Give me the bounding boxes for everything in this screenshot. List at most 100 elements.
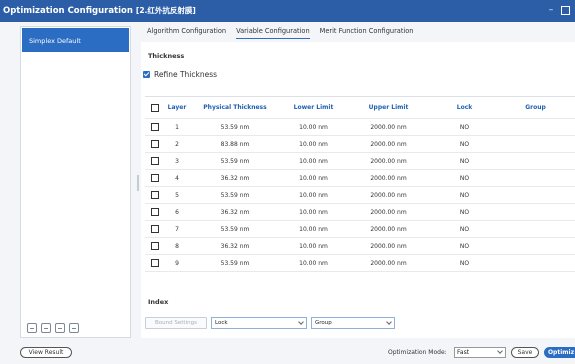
lock-cell[interactable]: NO xyxy=(431,260,498,267)
group-dropdown-value: Group xyxy=(315,320,332,326)
table-row[interactable]: 8 36.32 nm 10.00 nm 2000.00 nm NO xyxy=(145,238,575,255)
layer-cell[interactable]: 5 xyxy=(165,192,189,199)
lower-limit-cell[interactable]: 10.00 nm xyxy=(281,243,346,250)
physical-thickness-cell[interactable]: 36.32 nm xyxy=(189,243,281,250)
lock-dropdown[interactable]: Lock xyxy=(211,317,307,329)
row-checkbox[interactable] xyxy=(151,123,159,131)
lock-cell[interactable]: NO xyxy=(431,209,498,216)
tab-merit-function-configuration[interactable]: Merit Function Configuration xyxy=(320,23,414,39)
table-row[interactable]: 4 36.32 nm 10.00 nm 2000.00 nm NO xyxy=(145,170,575,187)
lower-limit-cell[interactable]: 10.00 nm xyxy=(281,192,346,199)
table-row[interactable]: 1 53.59 nm 10.00 nm 2000.00 nm NO xyxy=(145,119,575,136)
layer-cell[interactable]: 4 xyxy=(165,175,189,182)
row-checkbox[interactable] xyxy=(151,208,159,216)
pane-splitter[interactable] xyxy=(137,175,139,191)
upper-limit-cell[interactable]: 2000.00 nm xyxy=(346,243,431,250)
layer-cell[interactable]: 3 xyxy=(165,158,189,165)
lower-limit-cell[interactable]: 10.00 nm xyxy=(281,260,346,267)
add-icon[interactable] xyxy=(27,323,37,333)
view-result-button[interactable]: View Result xyxy=(20,347,72,358)
upper-limit-cell[interactable]: 2000.00 nm xyxy=(346,124,431,131)
lock-cell[interactable]: NO xyxy=(431,243,498,250)
header-lock[interactable]: Lock xyxy=(431,104,498,111)
header-layer[interactable]: Layer xyxy=(165,104,189,111)
select-all-checkbox[interactable] xyxy=(151,103,159,112)
upper-limit-cell[interactable]: 2000.00 nm xyxy=(346,158,431,165)
row-checkbox[interactable] xyxy=(151,225,159,233)
table-row[interactable]: 5 53.59 nm 10.00 nm 2000.00 nm NO xyxy=(145,187,575,204)
layer-cell[interactable]: 1 xyxy=(165,124,189,131)
layer-cell[interactable]: 7 xyxy=(165,226,189,233)
row-checkbox[interactable] xyxy=(151,157,159,165)
minimize-button[interactable]: – xyxy=(545,4,557,16)
thickness-section-title: Thickness xyxy=(148,52,185,60)
lock-cell[interactable]: NO xyxy=(431,226,498,233)
header-upper-limit[interactable]: Upper Limit xyxy=(346,104,431,111)
refine-thickness-option[interactable]: Refine Thickness xyxy=(143,70,217,79)
delete-icon[interactable] xyxy=(55,323,65,333)
lower-limit-cell[interactable]: 10.00 nm xyxy=(281,124,346,131)
lower-limit-cell[interactable]: 10.00 nm xyxy=(281,226,346,233)
refine-thickness-checkbox[interactable] xyxy=(143,71,150,78)
upper-limit-cell[interactable]: 2000.00 nm xyxy=(346,141,431,148)
group-dropdown[interactable]: Group xyxy=(311,317,395,329)
lock-cell[interactable]: NO xyxy=(431,158,498,165)
lower-limit-cell[interactable]: 10.00 nm xyxy=(281,158,346,165)
row-checkbox[interactable] xyxy=(151,191,159,199)
table-row[interactable]: 9 53.59 nm 10.00 nm 2000.00 nm NO xyxy=(145,255,575,272)
layer-cell[interactable]: 2 xyxy=(165,141,189,148)
lower-limit-cell[interactable]: 10.00 nm xyxy=(281,209,346,216)
footer-bar: View Result Optimization Mode: Fast Save… xyxy=(0,340,575,364)
upper-limit-cell[interactable]: 2000.00 nm xyxy=(346,192,431,199)
preset-item-simplex-default[interactable]: Simplex Default xyxy=(22,28,129,52)
lock-cell[interactable]: NO xyxy=(431,141,498,148)
upper-limit-cell[interactable]: 2000.00 nm xyxy=(346,226,431,233)
header-group[interactable]: Group xyxy=(498,104,573,111)
maximize-button[interactable] xyxy=(561,6,570,15)
tab-algorithm-configuration[interactable]: Algorithm Configuration xyxy=(147,23,226,39)
physical-thickness-cell[interactable]: 36.32 nm xyxy=(189,175,281,182)
layer-cell[interactable]: 6 xyxy=(165,209,189,216)
physical-thickness-cell[interactable]: 83.88 nm xyxy=(189,141,281,148)
copy-icon[interactable] xyxy=(41,323,51,333)
upper-limit-cell[interactable]: 2000.00 nm xyxy=(346,175,431,182)
chevron-down-icon xyxy=(386,319,392,325)
upper-limit-cell[interactable]: 2000.00 nm xyxy=(346,260,431,267)
row-checkbox[interactable] xyxy=(151,174,159,182)
physical-thickness-cell[interactable]: 53.59 nm xyxy=(189,192,281,199)
export-icon[interactable] xyxy=(69,323,79,333)
lock-cell[interactable]: NO xyxy=(431,124,498,131)
window-title: Optimization Configuration [2.红外抗反射膜] xyxy=(3,5,196,16)
physical-thickness-cell[interactable]: 53.59 nm xyxy=(189,158,281,165)
lock-cell[interactable]: NO xyxy=(431,192,498,199)
layer-cell[interactable]: 8 xyxy=(165,243,189,250)
physical-thickness-cell[interactable]: 53.59 nm xyxy=(189,124,281,131)
table-row[interactable]: 2 83.88 nm 10.00 nm 2000.00 nm NO xyxy=(145,136,575,153)
save-button[interactable]: Save xyxy=(511,347,539,358)
optimization-mode-label: Optimization Mode: xyxy=(388,349,447,356)
row-checkbox-cell xyxy=(145,225,165,233)
upper-limit-cell[interactable]: 2000.00 nm xyxy=(346,209,431,216)
bound-settings-button[interactable]: Bound Settings xyxy=(145,317,207,329)
header-checkbox-cell xyxy=(145,103,165,112)
lock-cell[interactable]: NO xyxy=(431,175,498,182)
refine-thickness-label: Refine Thickness xyxy=(154,70,218,79)
layer-cell[interactable]: 9 xyxy=(165,260,189,267)
thickness-table: Layer Physical Thickness Lower Limit Upp… xyxy=(145,96,575,272)
physical-thickness-cell[interactable]: 53.59 nm xyxy=(189,226,281,233)
lower-limit-cell[interactable]: 10.00 nm xyxy=(281,175,346,182)
physical-thickness-cell[interactable]: 53.59 nm xyxy=(189,260,281,267)
table-row[interactable]: 7 53.59 nm 10.00 nm 2000.00 nm NO xyxy=(145,221,575,238)
header-lower-limit[interactable]: Lower Limit xyxy=(281,104,346,111)
header-physical-thickness[interactable]: Physical Thickness xyxy=(189,104,281,111)
tab-variable-configuration[interactable]: Variable Configuration xyxy=(236,23,310,39)
optimize-button[interactable]: Optimiz xyxy=(544,347,575,358)
optimization-mode-select[interactable]: Fast xyxy=(454,347,506,358)
table-row[interactable]: 3 53.59 nm 10.00 nm 2000.00 nm NO xyxy=(145,153,575,170)
row-checkbox[interactable] xyxy=(151,242,159,250)
row-checkbox[interactable] xyxy=(151,259,159,267)
lower-limit-cell[interactable]: 10.00 nm xyxy=(281,141,346,148)
physical-thickness-cell[interactable]: 36.32 nm xyxy=(189,209,281,216)
row-checkbox[interactable] xyxy=(151,140,159,148)
table-row[interactable]: 6 36.32 nm 10.00 nm 2000.00 nm NO xyxy=(145,204,575,221)
